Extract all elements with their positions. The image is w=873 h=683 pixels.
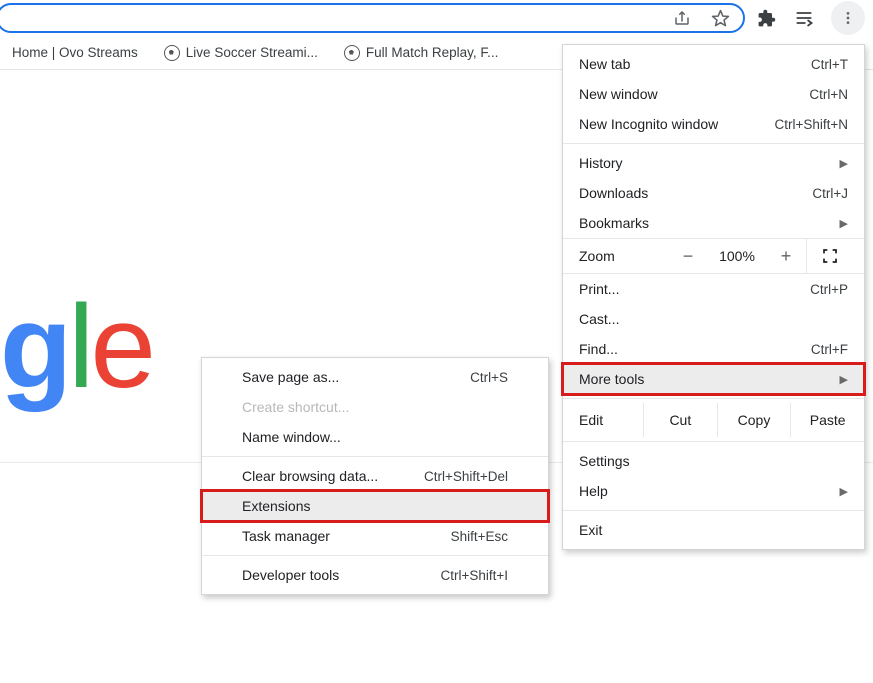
logo-letter-g: g bbox=[0, 281, 68, 413]
menu-label: Settings bbox=[579, 453, 630, 469]
share-icon[interactable] bbox=[665, 1, 699, 35]
chevron-right-icon: ▶ bbox=[840, 485, 848, 498]
submenu-item-clear-data[interactable]: Clear browsing data... Ctrl+Shift+Del bbox=[202, 461, 548, 491]
menu-label: Exit bbox=[579, 522, 602, 538]
submenu-item-name-window[interactable]: Name window... bbox=[202, 422, 548, 452]
submenu-label: Clear browsing data... bbox=[242, 468, 378, 484]
menu-label: Help bbox=[579, 483, 608, 499]
menu-shortcut: Ctrl+J bbox=[812, 186, 848, 201]
soccer-ball-icon bbox=[164, 45, 180, 61]
submenu-label: Save page as... bbox=[242, 369, 339, 385]
reading-list-icon[interactable] bbox=[787, 1, 821, 35]
bookmark-item[interactable]: Live Soccer Streami... bbox=[158, 41, 324, 65]
edit-label: Edit bbox=[563, 412, 643, 428]
bookmark-label: Live Soccer Streami... bbox=[186, 45, 318, 60]
menu-label: New Incognito window bbox=[579, 116, 718, 132]
chevron-right-icon: ▶ bbox=[840, 157, 848, 170]
menu-item-help[interactable]: Help ▶ bbox=[563, 476, 864, 506]
zoom-in-button[interactable]: + bbox=[766, 246, 806, 267]
chrome-main-menu: New tab Ctrl+T New window Ctrl+N New Inc… bbox=[562, 44, 865, 550]
menu-label: Bookmarks bbox=[579, 215, 649, 231]
menu-shortcut: Ctrl+F bbox=[811, 342, 848, 357]
menu-separator bbox=[563, 510, 864, 511]
google-logo-fragment: gle bbox=[0, 288, 152, 406]
submenu-shortcut: Ctrl+Shift+I bbox=[440, 568, 508, 583]
cut-button[interactable]: Cut bbox=[643, 403, 717, 437]
submenu-shortcut: Ctrl+Shift+Del bbox=[424, 469, 508, 484]
submenu-item-extensions[interactable]: Extensions bbox=[202, 491, 548, 521]
fullscreen-button[interactable] bbox=[806, 239, 852, 273]
menu-shortcut: Ctrl+N bbox=[809, 87, 848, 102]
menu-separator bbox=[563, 398, 864, 399]
extensions-puzzle-icon[interactable] bbox=[749, 1, 783, 35]
chevron-right-icon: ▶ bbox=[840, 217, 848, 230]
menu-item-find[interactable]: Find... Ctrl+F bbox=[563, 334, 864, 364]
address-bar[interactable] bbox=[0, 3, 745, 33]
bookmark-label: Full Match Replay, F... bbox=[366, 45, 499, 60]
menu-item-cast[interactable]: Cast... bbox=[563, 304, 864, 334]
menu-item-downloads[interactable]: Downloads Ctrl+J bbox=[563, 178, 864, 208]
menu-label: History bbox=[579, 155, 623, 171]
submenu-item-create-shortcut: Create shortcut... bbox=[202, 392, 548, 422]
zoom-value: 100% bbox=[708, 248, 766, 264]
menu-shortcut: Ctrl+Shift+N bbox=[774, 117, 848, 132]
logo-letter-l: l bbox=[68, 281, 90, 413]
menu-item-new-tab[interactable]: New tab Ctrl+T bbox=[563, 49, 864, 79]
menu-label: More tools bbox=[579, 371, 644, 387]
bookmark-star-icon[interactable] bbox=[703, 1, 737, 35]
soccer-ball-icon bbox=[344, 45, 360, 61]
menu-label: New tab bbox=[579, 56, 630, 72]
menu-label: Find... bbox=[579, 341, 618, 357]
bookmark-label: Home | Ovo Streams bbox=[12, 45, 138, 60]
submenu-label: Create shortcut... bbox=[242, 399, 349, 415]
paste-button[interactable]: Paste bbox=[790, 403, 864, 437]
menu-item-settings[interactable]: Settings bbox=[563, 446, 864, 476]
menu-separator bbox=[563, 143, 864, 144]
submenu-item-save-page[interactable]: Save page as... Ctrl+S bbox=[202, 362, 548, 392]
submenu-label: Developer tools bbox=[242, 567, 339, 583]
menu-shortcut: Ctrl+T bbox=[811, 57, 848, 72]
chrome-menu-button[interactable] bbox=[831, 1, 865, 35]
submenu-label: Name window... bbox=[242, 429, 341, 445]
menu-label: New window bbox=[579, 86, 658, 102]
submenu-shortcut: Shift+Esc bbox=[451, 529, 508, 544]
bookmark-item[interactable]: Home | Ovo Streams bbox=[6, 41, 144, 64]
menu-item-new-window[interactable]: New window Ctrl+N bbox=[563, 79, 864, 109]
menu-separator bbox=[563, 441, 864, 442]
copy-button[interactable]: Copy bbox=[717, 403, 791, 437]
menu-item-print[interactable]: Print... Ctrl+P bbox=[563, 274, 864, 304]
submenu-label: Task manager bbox=[242, 528, 330, 544]
submenu-item-task-manager[interactable]: Task manager Shift+Esc bbox=[202, 521, 548, 551]
bookmark-item[interactable]: Full Match Replay, F... bbox=[338, 41, 505, 65]
menu-label: Print... bbox=[579, 281, 619, 297]
submenu-item-dev-tools[interactable]: Developer tools Ctrl+Shift+I bbox=[202, 560, 548, 590]
menu-item-exit[interactable]: Exit bbox=[563, 515, 864, 545]
menu-item-bookmarks[interactable]: Bookmarks ▶ bbox=[563, 208, 864, 238]
submenu-separator bbox=[202, 456, 548, 457]
menu-edit-row: Edit Cut Copy Paste bbox=[563, 403, 864, 437]
menu-zoom-row: Zoom − 100% + bbox=[563, 238, 864, 274]
menu-shortcut: Ctrl+P bbox=[810, 282, 848, 297]
browser-toolbar bbox=[0, 0, 873, 36]
chevron-right-icon: ▶ bbox=[840, 373, 848, 386]
zoom-out-button[interactable]: − bbox=[668, 246, 708, 267]
menu-item-more-tools[interactable]: More tools ▶ bbox=[563, 364, 864, 394]
menu-item-incognito[interactable]: New Incognito window Ctrl+Shift+N bbox=[563, 109, 864, 139]
submenu-shortcut: Ctrl+S bbox=[470, 370, 508, 385]
submenu-label: Extensions bbox=[242, 498, 310, 514]
menu-label: Downloads bbox=[579, 185, 648, 201]
logo-letter-e: e bbox=[90, 281, 152, 413]
submenu-separator bbox=[202, 555, 548, 556]
menu-item-history[interactable]: History ▶ bbox=[563, 148, 864, 178]
more-tools-submenu: Save page as... Ctrl+S Create shortcut..… bbox=[201, 357, 549, 595]
zoom-label: Zoom bbox=[563, 248, 668, 264]
menu-label: Cast... bbox=[579, 311, 619, 327]
